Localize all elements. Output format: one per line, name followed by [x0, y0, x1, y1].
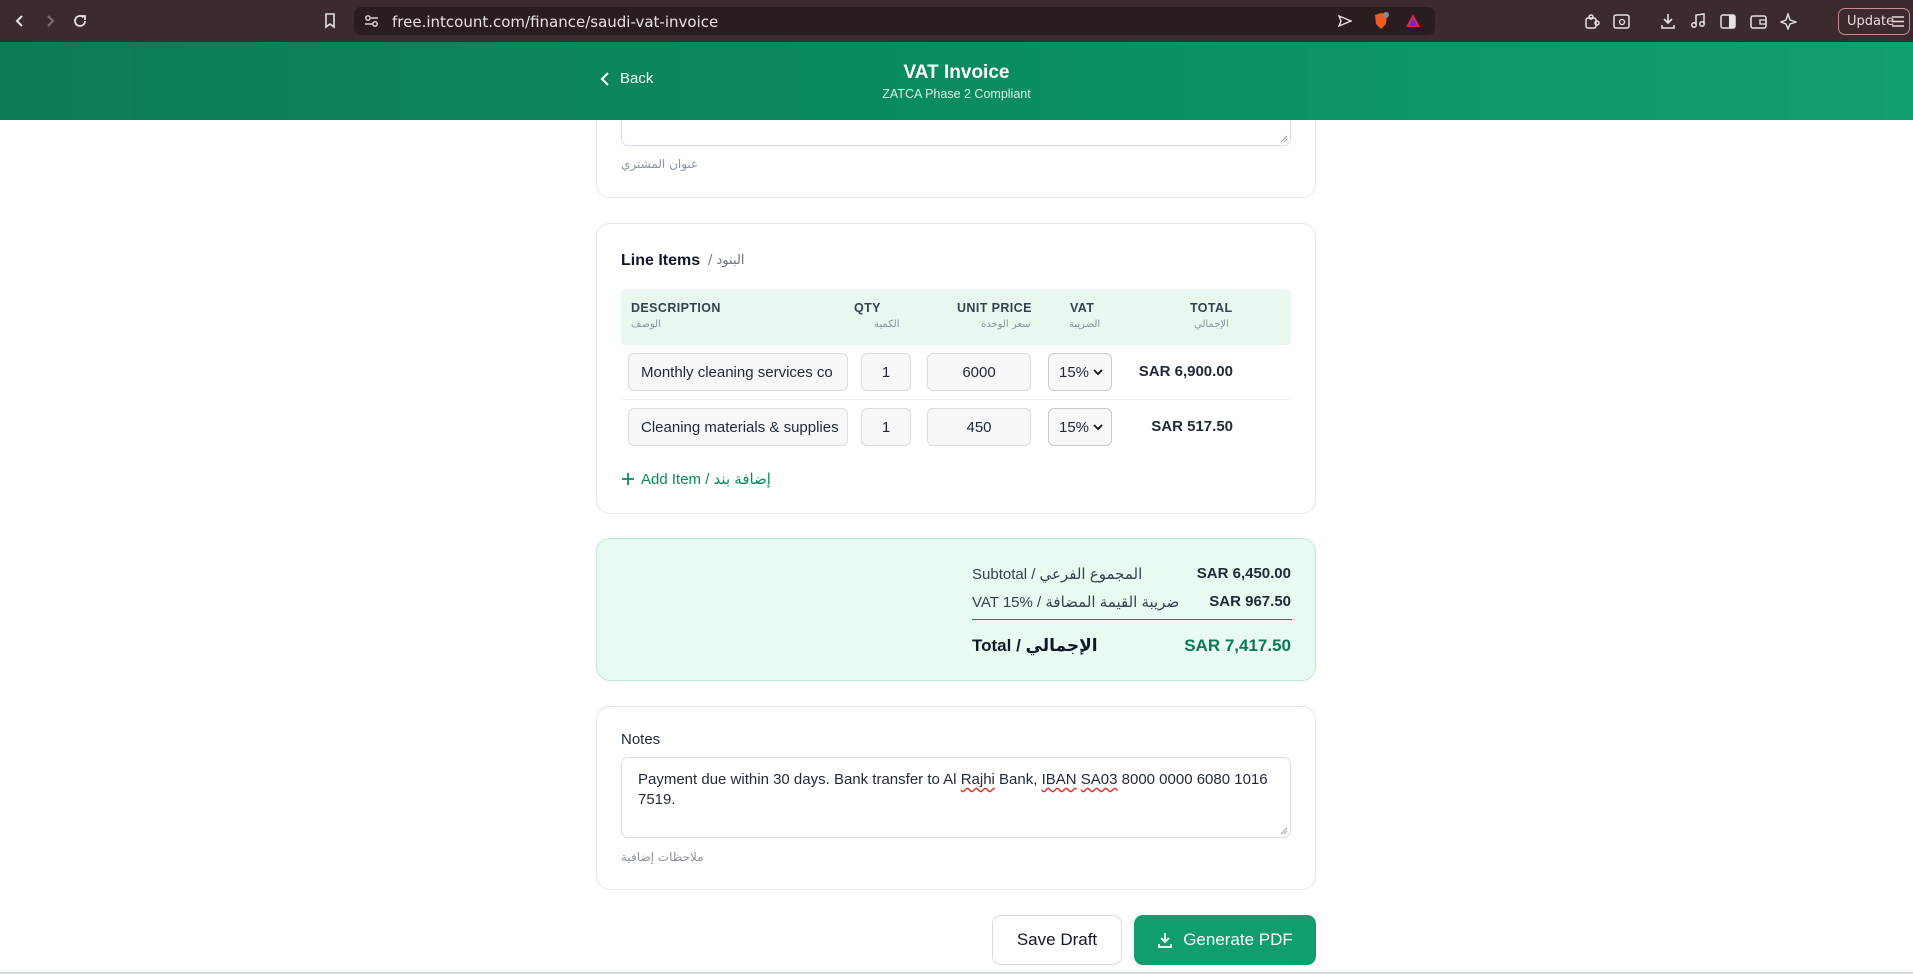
sidebar-icon[interactable] [1718, 11, 1738, 31]
qty-input[interactable]: 1 [861, 353, 911, 391]
column-header-vat: VAT [1070, 301, 1095, 315]
menu-icon [1891, 15, 1905, 32]
vat-label: VAT 15% / ضريبة القيمة المضافة [972, 594, 1180, 611]
summary-divider [972, 619, 1292, 620]
unit-price-input[interactable]: 6000 [927, 353, 1031, 391]
notes-textarea[interactable]: Payment due within 30 days. Bank transfe… [621, 757, 1291, 838]
chevron-down-icon [1093, 424, 1103, 431]
buyer-address-hint: عنوان المشتري [621, 157, 699, 171]
column-header-total: TOTAL [1190, 301, 1233, 315]
notes-card: Notes Payment due within 30 days. Bank t… [596, 706, 1316, 890]
update-button[interactable]: Update [1838, 8, 1910, 35]
row-total: SAR 6,900.00 [1138, 363, 1233, 380]
media-icon[interactable] [1688, 11, 1708, 31]
url-text: free.intcount.com/finance/saudi-vat-invo… [392, 13, 719, 31]
column-header-unit-price-ar: سعر الوحدة [981, 319, 1031, 330]
brave-rewards-icon[interactable] [1405, 13, 1421, 33]
notes-label: Notes [621, 731, 661, 748]
qty-input[interactable]: 1 [861, 408, 911, 446]
description-input[interactable]: Monthly cleaning services co [628, 353, 848, 391]
chevron-down-icon [1093, 369, 1103, 376]
table-row: Monthly cleaning services co 1 6000 15% … [621, 345, 1291, 400]
download-icon [1158, 933, 1173, 948]
generate-pdf-button[interactable]: Generate PDF [1134, 915, 1316, 965]
total-value: SAR 7,417.50 [1184, 636, 1291, 655]
page-subtitle: ZATCA Phase 2 Compliant [882, 87, 1031, 101]
send-icon[interactable] [1337, 14, 1353, 33]
downloads-icon[interactable] [1658, 11, 1678, 31]
browser-toolbar: free.intcount.com/finance/saudi-vat-invo… [0, 0, 1913, 42]
column-header-qty-ar: الكمية [874, 319, 900, 330]
reload-icon[interactable] [68, 9, 92, 33]
add-item-button[interactable]: Add Item / إضافة بند [621, 470, 771, 488]
column-header-qty: QTY [854, 301, 881, 315]
bookmark-icon[interactable] [318, 9, 342, 33]
column-header-description-ar: الوصف [631, 319, 661, 330]
notes-hint: ملاحظات إضافية [621, 850, 704, 864]
resize-handle-icon[interactable] [1280, 135, 1288, 143]
vat-select[interactable]: 15% [1048, 353, 1112, 391]
back-nav-icon[interactable] [8, 9, 32, 33]
column-header-unit-price: UNIT PRICE [957, 301, 1032, 315]
site-settings-icon[interactable] [364, 14, 379, 33]
line-items-title: Line Items [621, 252, 701, 269]
leo-ai-icon[interactable] [1778, 11, 1798, 31]
resize-handle-icon[interactable] [1280, 827, 1288, 835]
total-label: Total / الإجمالي [972, 636, 1098, 655]
save-draft-button[interactable]: Save Draft [992, 915, 1122, 965]
column-header-total-ar: الإجمالي [1194, 319, 1229, 330]
reader-icon[interactable] [1611, 11, 1631, 31]
row-total: SAR 517.50 [1151, 418, 1233, 435]
unit-price-input[interactable]: 450 [927, 408, 1031, 446]
vat-select[interactable]: 15% [1048, 408, 1112, 446]
wallet-icon[interactable] [1748, 11, 1768, 31]
brave-shield-icon[interactable] [1372, 12, 1390, 35]
plus-icon [622, 473, 634, 485]
forward-nav-icon[interactable] [38, 9, 62, 33]
line-items-card: Line Items / البنود DESCRIPTION الوصف QT… [596, 223, 1316, 514]
subtotal-value: SAR 6,450.00 [1196, 565, 1291, 582]
app-header: Back VAT Invoice ZATCA Phase 2 Compliant [0, 42, 1913, 120]
line-items-title-ar: / البنود [708, 253, 745, 268]
subtotal-label: Subtotal / المجموع الفرعي [972, 566, 1143, 583]
vat-value: SAR 967.50 [1209, 593, 1291, 610]
totals-summary-card: Subtotal / المجموع الفرعي SAR 6,450.00 V… [596, 538, 1316, 681]
column-header-vat-ar: الضريبة [1069, 319, 1101, 330]
page-title: VAT Invoice [903, 62, 1010, 83]
extensions-icon[interactable] [1582, 11, 1602, 31]
address-bar[interactable]: free.intcount.com/finance/saudi-vat-invo… [354, 7, 1435, 35]
line-items-table-header: DESCRIPTION الوصف QTY الكمية UNIT PRICE … [621, 289, 1291, 345]
table-row: Cleaning materials & supplies 1 450 15% … [621, 400, 1291, 455]
description-input[interactable]: Cleaning materials & supplies [628, 408, 848, 446]
column-header-description: DESCRIPTION [631, 301, 721, 315]
